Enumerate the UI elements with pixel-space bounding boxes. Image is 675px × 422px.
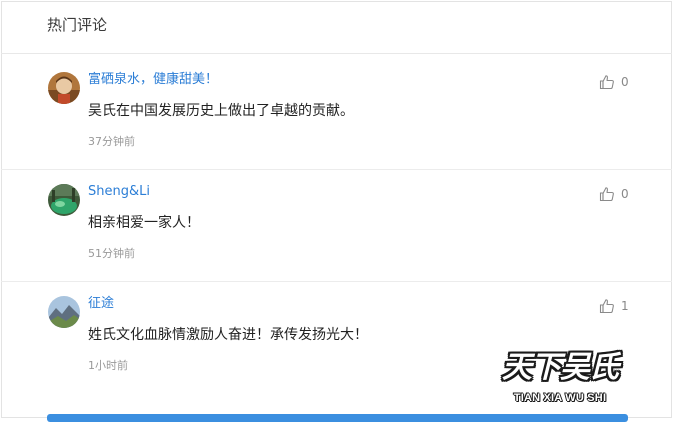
- comment-username[interactable]: 富硒泉水，健康甜美！: [88, 71, 218, 89]
- comment-text: 吴氏在中国发展历史上做出了卓越的贡献。: [88, 103, 354, 119]
- comment-username[interactable]: Sheng&Li: [88, 183, 150, 201]
- like-count: 0: [621, 187, 629, 201]
- comment-timestamp: 1小时前: [88, 359, 128, 372]
- landscape-photo-avatar-icon: [48, 184, 80, 216]
- avatar[interactable]: [48, 296, 80, 328]
- avatar[interactable]: [48, 184, 80, 216]
- watermark-subtitle: TIAN XIA WU SHI: [513, 392, 607, 404]
- comment-timestamp: 51分钟前: [88, 247, 135, 260]
- comment-username[interactable]: 征途: [88, 295, 114, 313]
- like-count: 0: [621, 75, 629, 89]
- thumbs-up-icon: [599, 299, 614, 314]
- comment-item: Sheng&Li 相亲相爱一家人！ 51分钟前 0: [0, 184, 675, 296]
- like-count: 1: [621, 299, 629, 313]
- comment-text: 姓氏文化血脉情激励人奋进！承传发扬光大！: [88, 327, 368, 343]
- watermark-title: 天下吴氏: [502, 350, 619, 385]
- load-more-bar[interactable]: [47, 414, 628, 422]
- comment-text: 相亲相爱一家人！: [88, 215, 200, 231]
- like-button[interactable]: 0: [599, 73, 629, 91]
- like-button[interactable]: 0: [599, 185, 629, 203]
- site-watermark-logo: 天下吴氏 TIAN XIA WU SHI: [495, 348, 625, 414]
- avatar[interactable]: [48, 72, 80, 104]
- thumbs-up-icon: [599, 187, 614, 202]
- mountain-photo-avatar-icon: [48, 296, 80, 328]
- header-divider: [1, 53, 672, 54]
- comment-item: 富硒泉水，健康甜美！ 吴氏在中国发展历史上做出了卓越的贡献。 37分钟前 0: [0, 72, 675, 184]
- comment-divider: [1, 281, 672, 282]
- comment-divider: [1, 169, 672, 170]
- like-button[interactable]: 1: [599, 297, 629, 315]
- section-title: 热门评论: [47, 16, 108, 34]
- comment-timestamp: 37分钟前: [88, 135, 135, 148]
- thumbs-up-icon: [599, 75, 614, 90]
- person-portrait-avatar-icon: [48, 72, 80, 104]
